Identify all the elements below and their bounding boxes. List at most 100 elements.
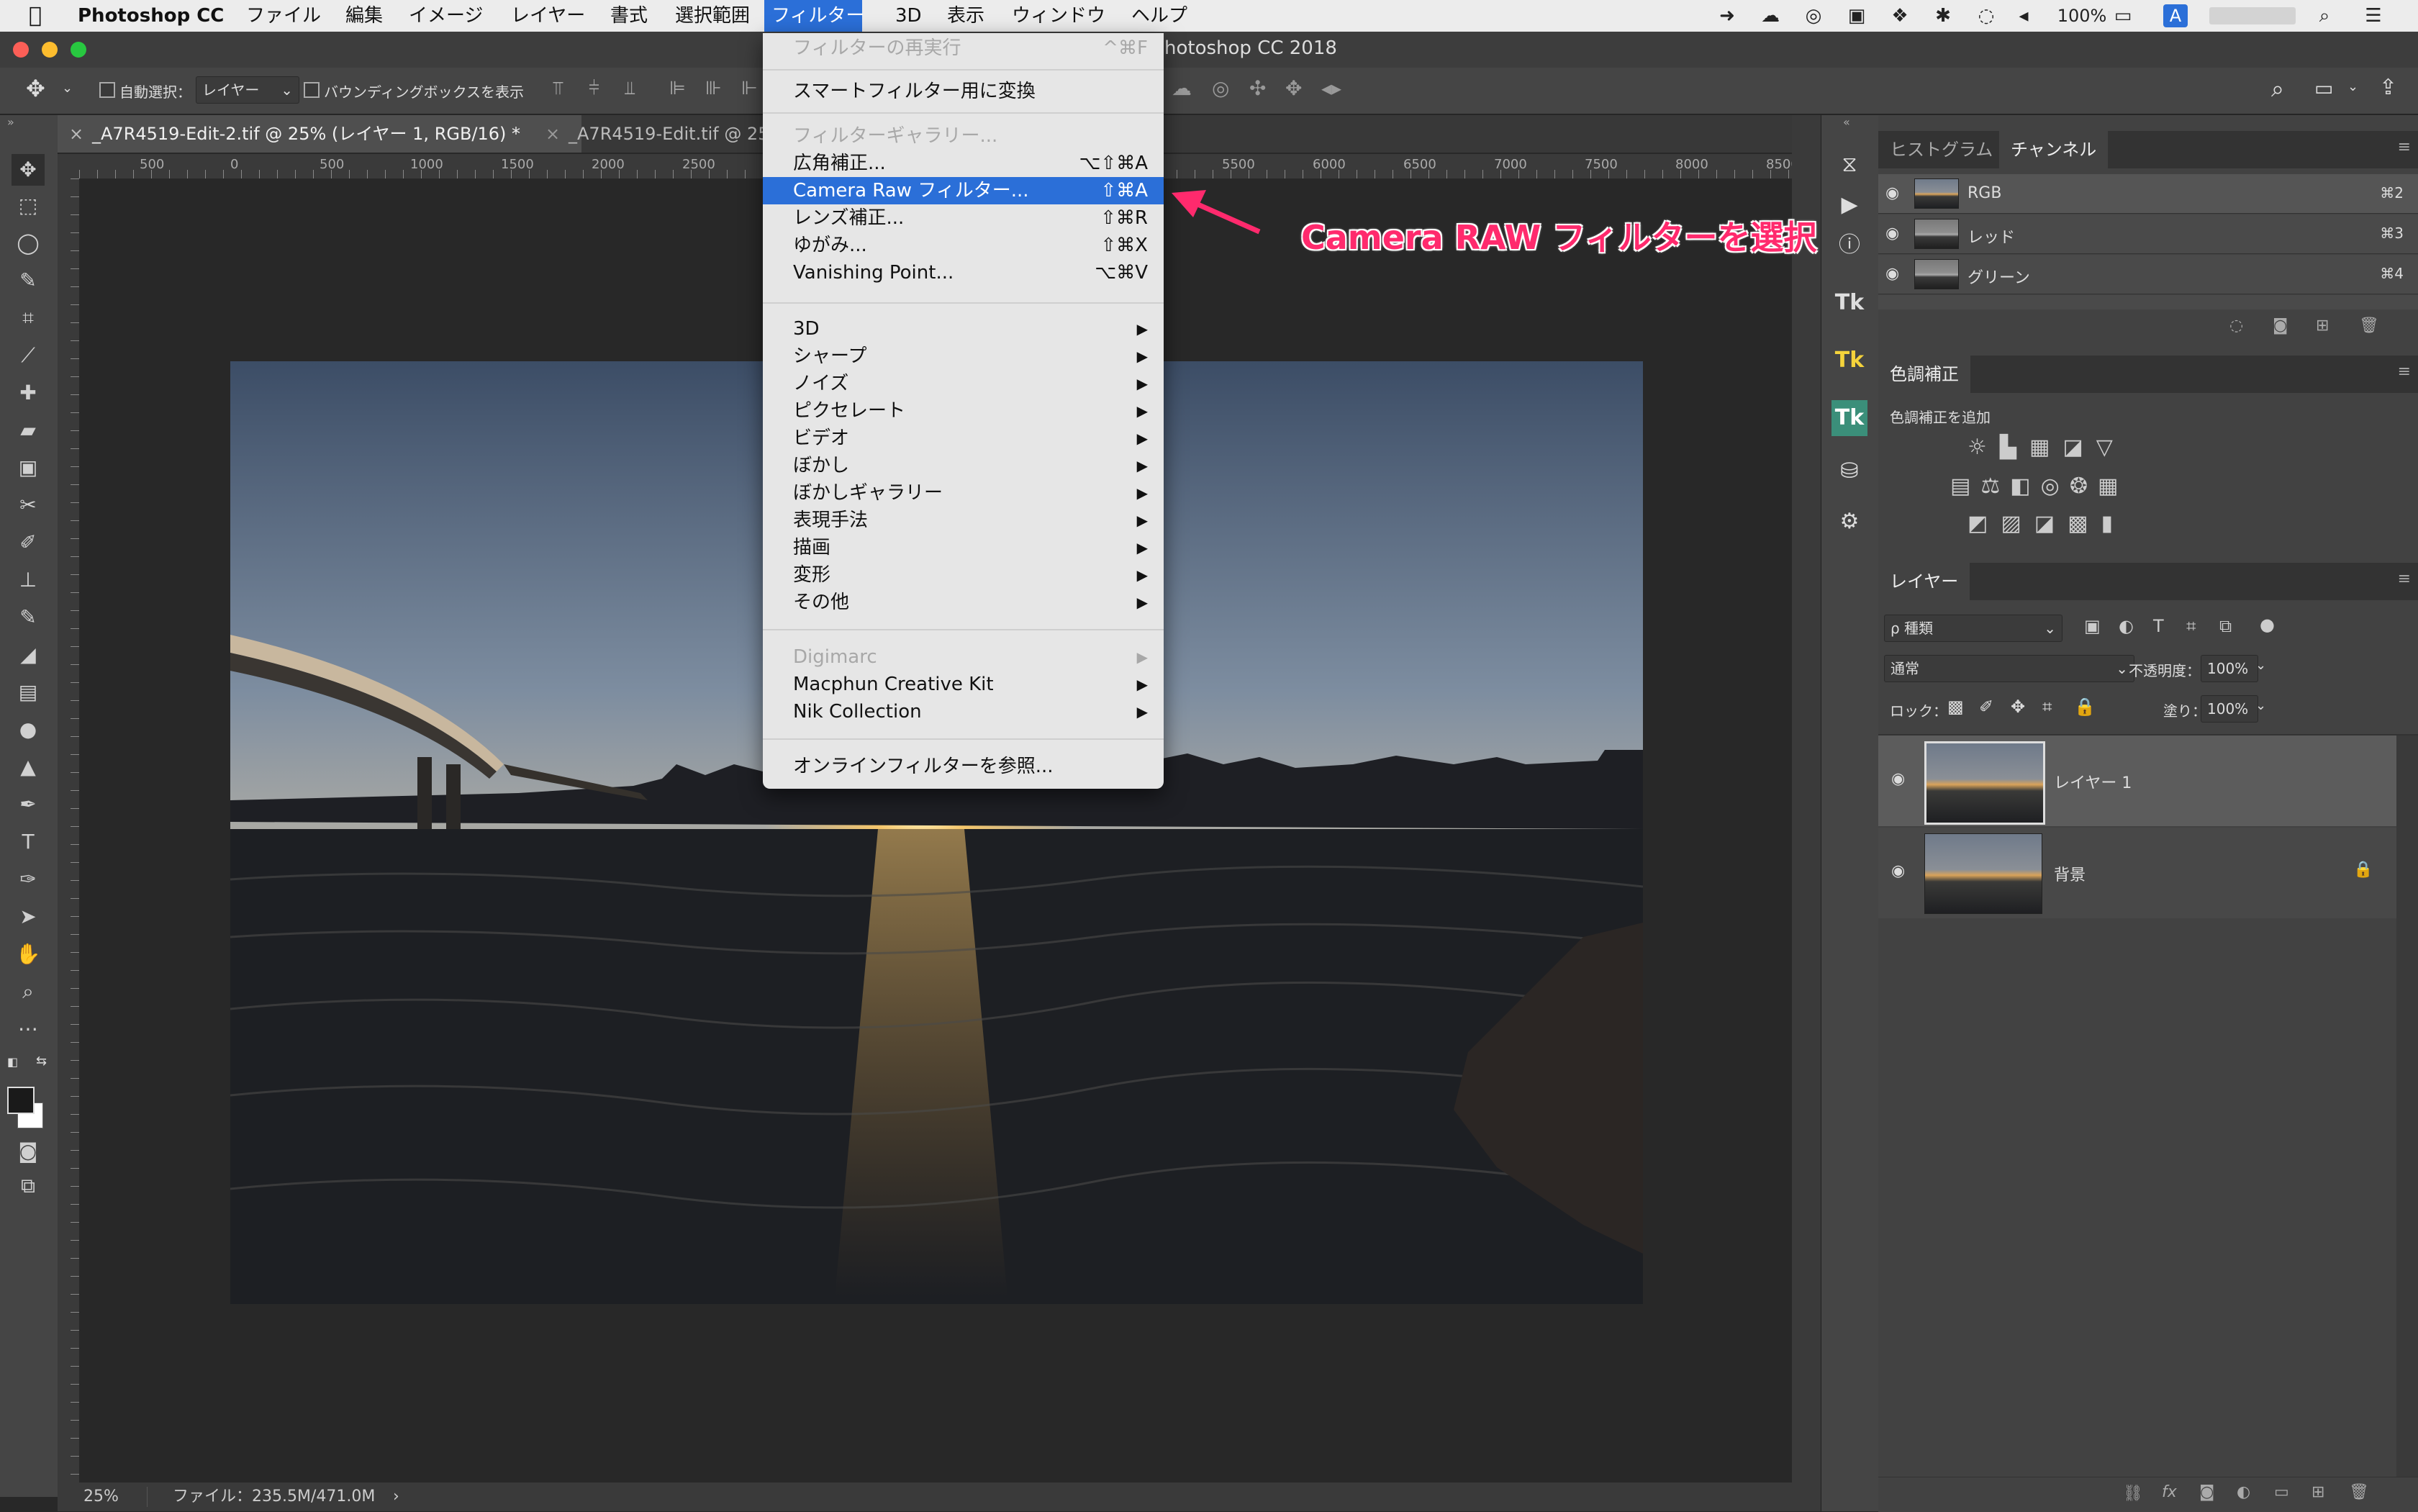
3d-slide-icon[interactable]: ✥: [1285, 76, 1302, 100]
layer-filter-dropdown[interactable]: ρ 種類 ⌄: [1884, 615, 2062, 642]
3d-panel-icon[interactable]: ⛁: [1831, 453, 1867, 489]
align-left-icon[interactable]: ⊫: [669, 78, 686, 99]
spotlight-search-icon[interactable]: ⌕: [2310, 3, 2339, 29]
new-channel-icon[interactable]: ⊞: [2316, 317, 2329, 335]
trash-icon[interactable]: 🗑: [2359, 317, 2379, 335]
new-group-icon[interactable]: ▭: [2274, 1483, 2289, 1501]
3d-pan-icon[interactable]: ✣: [1249, 76, 1266, 100]
actions-panel-icon[interactable]: ▶: [1831, 187, 1867, 223]
menu-filter[interactable]: フィルター: [764, 0, 864, 32]
marquee-tool-icon[interactable]: ⬚: [12, 190, 45, 222]
tab-adjustments[interactable]: 色調補正: [1878, 356, 1970, 393]
link-layers-icon[interactable]: ⛓: [2123, 1485, 2143, 1503]
display-icon[interactable]: ▣: [1842, 3, 1871, 29]
blend-mode-dropdown[interactable]: 通常 ⌄: [1884, 655, 2134, 682]
selective-color-icon[interactable]: ▩: [2068, 511, 2101, 536]
tool-preset-chevron-icon[interactable]: ⌄: [62, 81, 73, 96]
filter-pixel-icon[interactable]: ▣: [2084, 616, 2101, 636]
zoom-level[interactable]: 25%: [83, 1482, 119, 1511]
lock-position-icon[interactable]: ✥: [2011, 697, 2025, 717]
panel-menu-icon[interactable]: ≡: [2398, 138, 2411, 156]
menu-item-3d[interactable]: 3D ▶: [763, 315, 1164, 343]
panel-menu-icon[interactable]: ≡: [2398, 570, 2411, 588]
layers-scrollbar[interactable]: [2396, 735, 2418, 1477]
eraser-tool-icon[interactable]: ◢: [12, 639, 45, 671]
exposure-icon[interactable]: ◪: [2062, 435, 2096, 460]
lock-all-icon[interactable]: 🔒: [2074, 697, 2096, 717]
trash-icon[interactable]: 🗑: [2349, 1483, 2369, 1501]
tk-panel-icon[interactable]: Tk: [1831, 285, 1867, 321]
opacity-input[interactable]: 100%: [2201, 655, 2258, 682]
lasso-tool-icon[interactable]: ◯: [12, 227, 45, 259]
menu-type[interactable]: 書式: [603, 0, 655, 32]
red-eye-tool-icon[interactable]: ✂: [12, 489, 45, 521]
menu-item-sharpen[interactable]: シャープ ▶: [763, 343, 1164, 370]
menu-item-camera-raw-filter[interactable]: Camera Raw フィルター... ⇧⌘A: [763, 177, 1164, 204]
auto-select-dropdown[interactable]: レイヤー ⌄: [196, 76, 299, 104]
channel-mixer-icon[interactable]: ❂: [2070, 474, 2098, 499]
default-colors-icon[interactable]: ◧: [7, 1055, 18, 1069]
notification-center-icon[interactable]: ☰: [2359, 3, 2388, 29]
load-selection-icon[interactable]: ◌: [2229, 317, 2243, 335]
type-tool-icon[interactable]: T: [12, 826, 45, 858]
menu-layer[interactable]: レイヤー: [504, 0, 592, 32]
filter-shape-icon[interactable]: ⌗: [2186, 616, 2196, 636]
quick-select-tool-icon[interactable]: ✎: [12, 265, 45, 296]
menu-item-vanishing-point[interactable]: Vanishing Point... ⌥⌘V: [763, 259, 1164, 286]
align-hcenter-icon[interactable]: ⊪: [705, 78, 722, 99]
tab-channels[interactable]: チャンネル: [1999, 131, 2109, 168]
channel-row-red[interactable]: ◉ レッド ⌘3: [1878, 214, 2418, 254]
info-panel-icon[interactable]: ⓘ: [1831, 227, 1867, 263]
posterize-icon[interactable]: ▨: [2001, 511, 2034, 536]
close-tab-icon[interactable]: ×: [545, 115, 560, 153]
3d-roll-icon[interactable]: ◎: [1212, 76, 1229, 100]
eye-icon[interactable]: ◉: [1885, 184, 1899, 202]
move-tool-icon[interactable]: ✥: [26, 75, 45, 102]
collapse-arrows-icon[interactable]: »: [7, 115, 14, 129]
align-bottom-icon[interactable]: ⫫: [625, 78, 635, 100]
path-select-tool-icon[interactable]: ✑: [12, 864, 45, 895]
zoom-tool-icon[interactable]: ⌕: [12, 976, 45, 1008]
3d-scale-icon[interactable]: ◂▸: [1321, 76, 1341, 100]
direct-select-tool-icon[interactable]: ➤: [12, 901, 45, 933]
menu-edit[interactable]: 編集: [338, 0, 390, 32]
blur-tool-icon[interactable]: ●: [12, 714, 45, 746]
filter-adjust-icon[interactable]: ◐: [2119, 616, 2134, 636]
dropbox-icon[interactable]: ❖: [1885, 3, 1914, 29]
menu-item-adaptive-wide-angle[interactable]: 広角補正... ⌥⇧⌘A: [763, 150, 1164, 177]
panel-menu-icon[interactable]: ≡: [2398, 363, 2411, 381]
eye-icon[interactable]: ◉: [1885, 225, 1899, 243]
show-bbox-checkbox[interactable]: [304, 82, 320, 98]
menu-help[interactable]: ヘルプ: [1124, 0, 1195, 32]
menu-item-browse-online-filters[interactable]: オンラインフィルターを参照...: [763, 753, 1164, 780]
ruler-origin[interactable]: [58, 154, 79, 178]
move-tool-icon[interactable]: ✥: [12, 154, 45, 186]
pen-tool-icon[interactable]: ✒: [12, 789, 45, 820]
menu-file[interactable]: ファイル: [239, 0, 328, 32]
tk-color-panel-icon[interactable]: Tk: [1831, 343, 1867, 379]
collapse-arrows-icon[interactable]: «: [1843, 115, 1850, 129]
properties-panel-icon[interactable]: ⚙: [1831, 504, 1867, 540]
history-panel-icon[interactable]: ⧖: [1831, 147, 1867, 183]
eye-icon[interactable]: ◉: [1891, 862, 1905, 880]
swap-colors-icon[interactable]: ⇆: [36, 1054, 47, 1069]
dodge-tool-icon[interactable]: ▲: [12, 751, 45, 783]
menu-item-other[interactable]: その他 ▶: [763, 589, 1164, 616]
align-top-icon[interactable]: ⫪: [553, 78, 563, 100]
menu-window[interactable]: ウィンドウ: [1005, 0, 1113, 32]
levels-icon[interactable]: ▙: [2000, 435, 2029, 460]
menu-item-convert-smart-filter[interactable]: スマートフィルター用に変換: [763, 78, 1164, 105]
minimize-window-button[interactable]: [42, 42, 58, 58]
eyedropper-tool-icon[interactable]: ⟋: [12, 340, 45, 371]
tab-histogram[interactable]: ヒストグラム: [1878, 131, 2004, 168]
fill-input[interactable]: 100%: [2201, 695, 2258, 723]
align-right-icon[interactable]: ⊩: [741, 78, 758, 99]
menu-item-blur-gallery[interactable]: ぼかしギャラリー ▶: [763, 479, 1164, 507]
status-menu-arrow-icon[interactable]: ›: [393, 1482, 399, 1511]
input-mode-icon[interactable]: A: [2163, 4, 2188, 27]
black-white-icon[interactable]: ◧: [2010, 474, 2040, 499]
menu-image[interactable]: イメージ: [402, 0, 490, 32]
menu-item-liquify[interactable]: ゆがみ... ⇧⌘X: [763, 232, 1164, 259]
healing-brush-tool-icon[interactable]: ▰: [12, 415, 45, 446]
brush-tool-icon[interactable]: ✐: [12, 527, 45, 558]
